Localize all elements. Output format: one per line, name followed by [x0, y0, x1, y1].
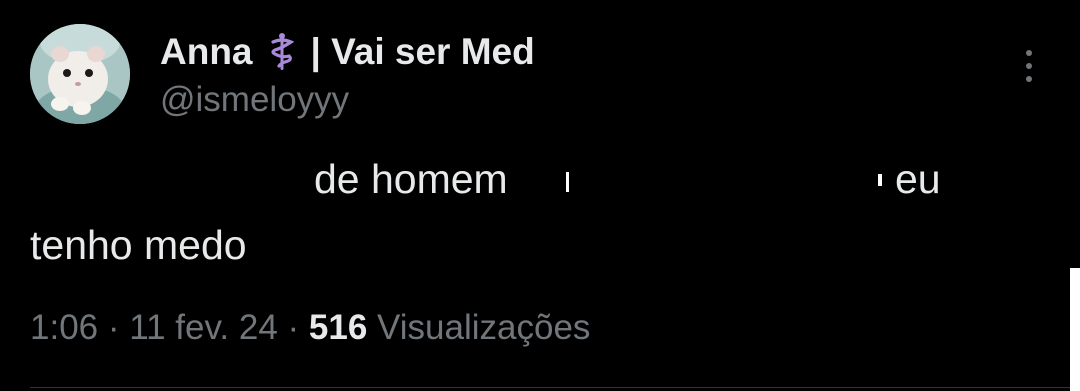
- avatar[interactable]: [30, 24, 130, 124]
- tweet-time[interactable]: 1:06: [30, 308, 98, 347]
- tweet-text-line1-part2: eu: [895, 156, 941, 202]
- tweet-text-line1-part1: de homem: [314, 156, 508, 202]
- tweet-card: Anna | Vai ser Med @ismeloyyy de homem e…: [0, 0, 1080, 391]
- hamster-avatar-icon: [30, 24, 130, 124]
- views-count[interactable]: 516: [309, 308, 367, 347]
- scrollbar[interactable]: [1070, 268, 1080, 391]
- author-handle[interactable]: @ismeloyyy: [160, 80, 349, 120]
- tweet-date[interactable]: 11 fev. 24: [129, 308, 278, 347]
- meta-separator: ·: [107, 308, 120, 347]
- medical-caduceus-icon: [267, 32, 297, 72]
- divider: [30, 387, 1080, 388]
- meta-separator: ·: [287, 308, 300, 347]
- author-tagline: | Vai ser Med: [310, 31, 535, 72]
- display-name[interactable]: Anna | Vai ser Med: [160, 28, 535, 76]
- author-name: Anna: [160, 31, 253, 72]
- more-vertical-icon[interactable]: [1016, 46, 1042, 86]
- redaction-mark: [566, 172, 569, 192]
- tweet-meta: 1:06 · 11 fev. 24 · 516 Visualizações: [30, 308, 590, 348]
- views-label[interactable]: Visualizações: [377, 308, 590, 347]
- redaction-mark: [878, 174, 882, 186]
- tweet-text-line2: tenho medo: [30, 222, 247, 268]
